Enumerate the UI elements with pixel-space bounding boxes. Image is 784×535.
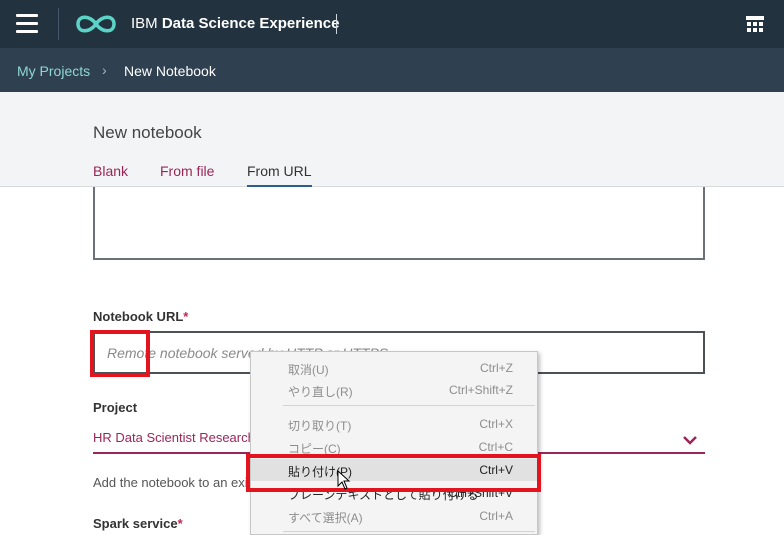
context-menu-item-select-all[interactable]: すべて選択(A) Ctrl+A — [251, 505, 537, 527]
page-header: New notebook Blank From file From URL — [0, 92, 784, 187]
tab-from-url[interactable]: From URL — [247, 163, 312, 187]
apps-grid-icon[interactable] — [746, 16, 764, 39]
breadcrumb: My Projects › New Notebook — [0, 48, 784, 92]
tab-from-file[interactable]: From file — [160, 163, 214, 179]
hamburger-menu-icon[interactable] — [16, 14, 38, 34]
project-select-value: HR Data Scientist Research — [93, 430, 255, 445]
chevron-down-icon — [683, 432, 697, 450]
top-navigation-bar: IBM Data Science Experience — [0, 0, 784, 48]
context-menu-item-redo[interactable]: やり直し(R) Ctrl+Shift+Z — [251, 379, 537, 401]
breadcrumb-current-page: New Notebook — [124, 63, 216, 79]
context-menu-item-copy[interactable]: コピー(C) Ctrl+C — [251, 436, 537, 458]
tab-blank[interactable]: Blank — [93, 163, 128, 179]
breadcrumb-my-projects-link[interactable]: My Projects — [17, 63, 90, 79]
infinity-logo-icon[interactable] — [74, 12, 118, 41]
app-brand: IBM Data Science Experience — [131, 15, 340, 32]
divider — [58, 8, 59, 40]
project-label: Project — [93, 400, 138, 415]
context-menu-separator — [283, 531, 535, 532]
context-menu-item-cut[interactable]: 切り取り(T) Ctrl+X — [251, 413, 537, 435]
context-menu: 取消(U) Ctrl+Z やり直し(R) Ctrl+Shift+Z 切り取り(T) C… — [250, 351, 538, 535]
breadcrumb-separator: › — [102, 62, 107, 78]
divider — [336, 14, 337, 34]
context-menu-item-paste[interactable]: 貼り付け(P) Ctrl+V — [251, 459, 537, 481]
page-title: New notebook — [93, 123, 202, 142]
context-menu-separator — [283, 405, 535, 406]
notebook-url-label: Notebook URL* — [93, 309, 189, 324]
context-menu-item-paste-plain-text[interactable]: プレーンテキストとして貼り付ける Ctrl+Shift+V — [251, 482, 537, 504]
spark-service-label: Spark service* — [93, 516, 183, 531]
description-textarea[interactable] — [93, 187, 705, 260]
context-menu-item-undo[interactable]: 取消(U) Ctrl+Z — [251, 357, 537, 379]
